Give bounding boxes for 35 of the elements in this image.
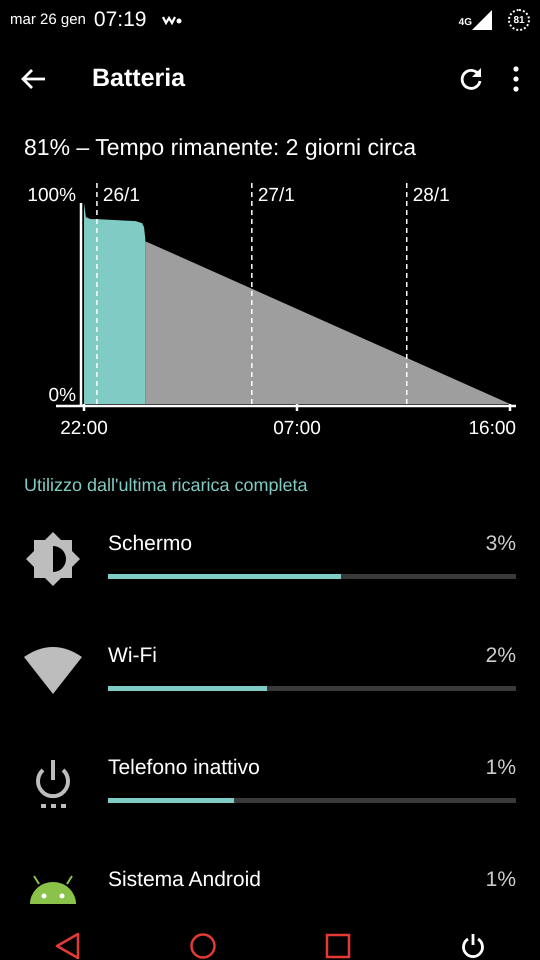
x-axis-label: 07:00 (273, 418, 321, 439)
usage-percent: 2% (486, 643, 516, 669)
back-triangle-icon (54, 930, 82, 960)
back-arrow-icon (20, 68, 46, 90)
refresh-icon (458, 66, 484, 92)
usage-row[interactable]: Schermo 3% (0, 516, 540, 628)
usage-row[interactable]: Sistema Android 1% (0, 852, 540, 913)
usage-row[interactable]: Telefono inattivo 1% (0, 740, 540, 852)
walkman-icon (162, 15, 182, 25)
battery-summary: 81% – Tempo rimanente: 2 giorni circa (23, 133, 418, 162)
app-name: Telefono inattivo (108, 755, 260, 781)
date-label: 27/1 (258, 185, 295, 206)
usage-row[interactable]: Wi-Fi 2% (0, 628, 540, 740)
more-icon (512, 66, 520, 92)
section-header: Utilizzo dall'ultima ricarica completa (23, 474, 309, 497)
signal-icon (472, 10, 492, 30)
date-label: 28/1 (412, 185, 450, 206)
status-date: mar 26 gen (10, 10, 86, 30)
screen-title: Batteria (92, 63, 186, 94)
app-name: Wi-Fi (108, 643, 157, 669)
y-axis-label: 100% (27, 185, 76, 206)
y-axis-label: 0% (48, 385, 76, 406)
battery-icon: 81 (508, 9, 530, 31)
usage-percent: 1% (486, 755, 516, 781)
x-axis-label: 16:00 (468, 418, 516, 439)
brightness-icon (24, 530, 82, 588)
app-name: Schermo (108, 531, 192, 557)
usage-percent: 3% (486, 531, 516, 557)
home-circle-icon (188, 930, 216, 960)
status-time: 07:19 (94, 7, 146, 34)
usage-percent: 1% (486, 867, 516, 893)
network-type: 4G (458, 16, 472, 30)
x-axis-label: 22:00 (60, 418, 108, 439)
app-name: Sistema Android (108, 867, 261, 893)
date-label: 26/1 (102, 185, 140, 206)
